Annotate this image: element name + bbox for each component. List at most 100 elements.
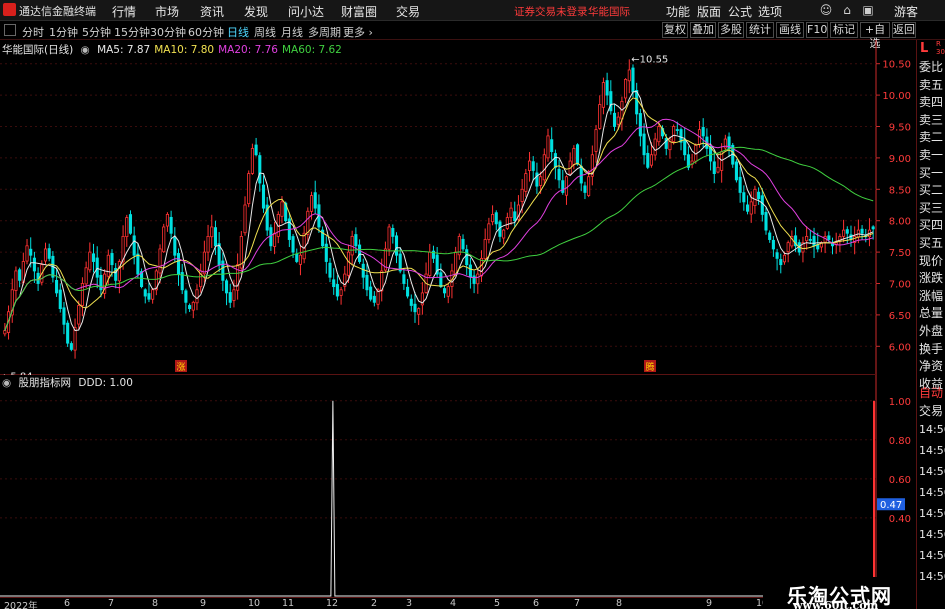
candle-body <box>638 113 642 137</box>
settings-icon[interactable]: ⌂ <box>839 1 855 19</box>
candle-body <box>106 254 110 277</box>
candle-body <box>520 188 524 202</box>
menu-item-0[interactable]: 行情 <box>112 3 136 20</box>
quote-row-2[interactable]: 卖四 <box>919 93 943 110</box>
toolbar-button-2[interactable]: 多股 <box>718 22 744 38</box>
period-toolbar: 分时 1分钟 5分钟 15分钟 30分钟 60分钟 日线 周线 月线 多周期 更多 › 复权 叠加 多股… <box>0 21 945 50</box>
quote-row-7[interactable]: 买二 <box>919 181 943 198</box>
period-tab-5[interactable]: 60分钟 <box>188 24 224 40</box>
kline-chart[interactable]: 10.50 10.00 9.50 9.00 8.50 8.00 7.50 7.00 6.50 6.… <box>0 40 916 375</box>
quote-row-13[interactable]: 涨幅 <box>919 287 943 304</box>
period-tab-1[interactable]: 1分钟 <box>49 24 78 40</box>
date-tick-label: 11 <box>282 598 295 609</box>
candle-body <box>250 148 254 174</box>
menu-item-5[interactable]: 财富圈 <box>341 3 377 20</box>
period-tab-3[interactable]: 15分钟 <box>114 24 150 40</box>
quote-row-4[interactable]: 卖二 <box>919 128 943 145</box>
quote-row-12[interactable]: 涨跌 <box>919 269 943 286</box>
quote-row-16[interactable]: 换手 <box>919 340 943 357</box>
y-tick-label: 8.50 <box>889 185 911 196</box>
candle-body <box>771 239 775 250</box>
candle-body <box>210 226 214 238</box>
period-tab-10[interactable]: 更多 › <box>343 24 373 40</box>
toolbar-button-0[interactable]: 复权 <box>662 22 688 38</box>
candle-body <box>827 235 831 240</box>
toolbar-grip[interactable] <box>4 24 16 36</box>
trade-label[interactable]: 交易 <box>919 402 943 419</box>
candle-body <box>84 267 88 285</box>
candles <box>3 59 875 359</box>
ddd-y-tick-label: 0.40 <box>889 514 911 525</box>
period-tab-6[interactable]: 日线 <box>227 24 249 40</box>
candle-body <box>369 286 373 300</box>
candle-body <box>627 69 631 82</box>
candle-body <box>491 214 495 223</box>
quote-row-3[interactable]: 卖三 <box>919 111 943 128</box>
candle-body <box>646 152 650 168</box>
menu-item-1[interactable]: 市场 <box>155 3 179 20</box>
candle-body <box>132 235 136 256</box>
candle-body <box>43 248 48 262</box>
quote-row-17[interactable]: 净资 <box>919 357 943 374</box>
ddd-current-bar <box>873 400 875 596</box>
candle-body <box>502 229 506 239</box>
menu-item-6[interactable]: 交易 <box>396 3 420 20</box>
candle-body <box>188 305 192 310</box>
right-menu-0[interactable]: 功能 <box>666 3 690 20</box>
candle-body <box>202 251 206 275</box>
quote-row-8[interactable]: 买三 <box>919 199 943 216</box>
date-tick-label: 8 <box>152 598 159 609</box>
quote-row-14[interactable]: 总量 <box>919 304 943 321</box>
period-tab-0[interactable]: 分时 <box>22 24 44 40</box>
candle-body <box>446 286 450 297</box>
toolbar-button-6[interactable]: 标记 <box>830 22 858 38</box>
candle-body <box>550 139 554 153</box>
quote-row-10[interactable]: 买五 <box>919 234 943 251</box>
quote-row-6[interactable]: 买一 <box>919 164 943 181</box>
candle-body <box>77 305 81 325</box>
toolbar-button-1[interactable]: 叠加 <box>690 22 716 38</box>
quote-row-0[interactable]: 委比 <box>919 58 943 75</box>
candle-body <box>572 148 576 166</box>
skin-icon[interactable]: ▣ <box>860 1 876 19</box>
period-tab-4[interactable]: 30分钟 <box>150 24 186 40</box>
quote-toggle[interactable]: L R 300 <box>917 40 945 58</box>
candle-body <box>165 214 169 227</box>
menu-item-4[interactable]: 问小达 <box>288 3 324 20</box>
quote-row-11[interactable]: 现价 <box>919 252 943 269</box>
candle-body <box>162 226 166 253</box>
toolbar-button-4[interactable]: 画线 <box>776 22 804 38</box>
period-tab-7[interactable]: 周线 <box>254 24 276 40</box>
quote-row-15[interactable]: 外盘 <box>919 322 943 339</box>
auto-trade-label[interactable]: 自动 <box>919 384 943 401</box>
toolbar-button-7[interactable]: +自选 <box>860 22 890 50</box>
quote-row-1[interactable]: 卖五 <box>919 76 943 93</box>
right-menu-1[interactable]: 版面 <box>697 3 721 20</box>
user-icon[interactable]: ☺ <box>818 1 834 19</box>
login-status[interactable]: 证券交易未登录 <box>514 4 588 19</box>
guest-label[interactable]: 游客 <box>894 3 918 20</box>
chevron-right-icon: › <box>365 26 373 39</box>
y-tick-label: 10.00 <box>882 91 911 102</box>
quote-row-9[interactable]: 买四 <box>919 216 943 233</box>
app-logo <box>3 3 16 16</box>
period-tab-8[interactable]: 月线 <box>281 24 303 40</box>
menu-bar: 通达信金融终端 行情 市场 资讯 发现 问小达 财富圈 交易 证券交易未登录 华能国际 功能… <box>0 0 945 21</box>
menu-item-3[interactable]: 发现 <box>244 3 268 20</box>
candle-body <box>66 322 70 344</box>
candle-body <box>842 229 846 237</box>
period-tab-2[interactable]: 5分钟 <box>82 24 111 40</box>
quote-row-5[interactable]: 卖一 <box>919 146 943 163</box>
candle-body <box>716 166 720 173</box>
toolbar-button-8[interactable]: 返回 <box>892 22 916 38</box>
period-tab-9[interactable]: 多周期 <box>308 24 341 40</box>
candle-body <box>269 227 273 247</box>
candle-body <box>712 161 716 174</box>
right-menu-2[interactable]: 公式 <box>728 3 752 20</box>
candle-body <box>191 301 195 311</box>
toolbar-button-5[interactable]: F10 <box>806 22 828 38</box>
toolbar-button-3[interactable]: 统计 <box>746 22 774 38</box>
ddd-indicator-chart[interactable]: 1.00 0.80 0.60 0.40 0.47 <box>0 375 916 597</box>
right-menu-3[interactable]: 选项 <box>758 3 782 20</box>
menu-item-2[interactable]: 资讯 <box>200 3 224 20</box>
